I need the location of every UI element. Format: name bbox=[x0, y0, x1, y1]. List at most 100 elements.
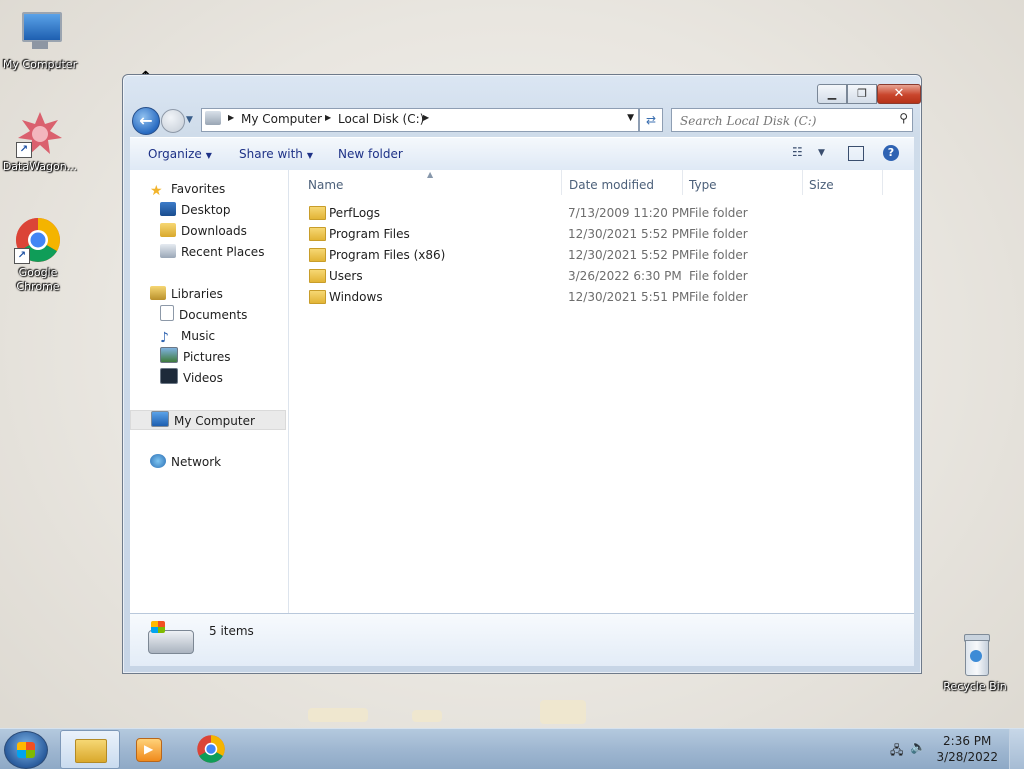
close-button[interactable]: ✕ bbox=[877, 84, 921, 104]
taskbar-chrome-button[interactable] bbox=[182, 730, 240, 767]
file-date: 7/13/2009 11:20 PM bbox=[568, 206, 690, 220]
nav-label: Downloads bbox=[181, 224, 247, 238]
shortcut-arrow-icon: ↗ bbox=[16, 142, 32, 158]
share-with-label: Share with bbox=[239, 147, 303, 161]
maximize-icon: ❐ bbox=[857, 87, 867, 100]
file-name: Program Files (x86) bbox=[329, 248, 446, 262]
file-name: Windows bbox=[329, 290, 383, 304]
nav-item-pictures[interactable]: Pictures bbox=[160, 347, 231, 367]
desktop-icon-google-chrome[interactable]: ↗ Google Chrome bbox=[0, 216, 76, 294]
recent-pages-dropdown[interactable]: ▼ bbox=[186, 115, 196, 125]
column-divider[interactable] bbox=[882, 170, 883, 195]
minimize-icon: ▁ bbox=[827, 87, 837, 100]
nav-item-documents[interactable]: Documents bbox=[160, 305, 247, 325]
desktop-icon-label: DataWagon... bbox=[2, 160, 78, 173]
search-box[interactable]: ⚲ bbox=[671, 108, 913, 132]
nav-label: Videos bbox=[183, 371, 223, 385]
explorer-folder-icon bbox=[75, 739, 107, 763]
nav-item-music[interactable]: ♪ Music bbox=[160, 326, 215, 346]
taskbar-explorer-button[interactable] bbox=[60, 730, 120, 769]
forward-button[interactable] bbox=[161, 109, 185, 133]
desktop-icon-my-computer[interactable]: My Computer bbox=[2, 8, 78, 72]
file-type: File folder bbox=[689, 206, 748, 220]
file-row-users[interactable]: Users 3/26/2022 6:30 PM File folder bbox=[301, 265, 901, 286]
sort-arrow-icon: ▲ bbox=[427, 170, 434, 179]
breadcrumb-my-computer[interactable]: My Computer bbox=[241, 112, 322, 126]
file-date: 12/30/2021 5:52 PM bbox=[568, 248, 690, 262]
nav-my-computer[interactable]: My Computer bbox=[130, 410, 286, 430]
search-input[interactable] bbox=[678, 111, 882, 131]
desktop-icon-recycle-bin[interactable]: Recycle Bin bbox=[937, 630, 1013, 694]
file-name: Program Files bbox=[329, 227, 410, 241]
change-view-icon[interactable]: ☷ bbox=[792, 145, 803, 159]
close-icon: ✕ bbox=[893, 86, 905, 101]
file-row-perflogs[interactable]: PerfLogs 7/13/2009 11:20 PM File folder bbox=[301, 202, 901, 223]
file-row-program-files[interactable]: Program Files 12/30/2021 5:52 PM File fo… bbox=[301, 223, 901, 244]
address-dropdown-icon[interactable]: ▼ bbox=[627, 113, 634, 123]
videos-icon bbox=[160, 368, 178, 384]
desktop-icon-label: Recycle Bin bbox=[943, 680, 1007, 693]
recycle-bin-icon bbox=[951, 630, 999, 678]
explorer-window[interactable]: ▁ ❐ ✕ ← ▼ ▶ My Computer ▶ Local Disk (C:… bbox=[122, 74, 922, 674]
share-with-button[interactable]: Share with ▼ bbox=[239, 147, 313, 161]
windows-logo-icon bbox=[17, 742, 35, 758]
nav-item-downloads[interactable]: Downloads bbox=[160, 221, 247, 241]
file-row-program-files-x86[interactable]: Program Files (x86) 12/30/2021 5:52 PM F… bbox=[301, 244, 901, 265]
folder-icon bbox=[309, 248, 326, 262]
network-status-icon[interactable]: 🖧 bbox=[890, 741, 903, 762]
column-header-date-modified[interactable]: Date modified bbox=[569, 178, 654, 192]
column-divider[interactable] bbox=[682, 170, 683, 195]
preview-pane-icon[interactable] bbox=[848, 146, 864, 161]
help-icon[interactable]: ? bbox=[883, 145, 899, 161]
column-header-type[interactable]: Type bbox=[689, 178, 717, 192]
taskbar-media-player-button[interactable]: ▶ bbox=[120, 730, 178, 767]
refresh-button[interactable]: ⇄ bbox=[639, 108, 663, 132]
clock-time: 2:36 PM bbox=[943, 734, 992, 748]
nav-network[interactable]: Network bbox=[150, 452, 221, 472]
file-row-windows[interactable]: Windows 12/30/2021 5:51 PM File folder bbox=[301, 286, 901, 307]
file-date: 12/30/2021 5:52 PM bbox=[568, 227, 690, 241]
column-header-name[interactable]: Name bbox=[308, 178, 343, 192]
back-button[interactable]: ← bbox=[132, 107, 160, 135]
address-bar[interactable]: ▶ My Computer ▶ Local Disk (C:) ▶ ▼ bbox=[201, 108, 639, 132]
column-divider[interactable] bbox=[561, 170, 562, 195]
nav-item-videos[interactable]: Videos bbox=[160, 368, 223, 388]
show-desktop-button[interactable] bbox=[1009, 729, 1024, 769]
folder-icon bbox=[309, 206, 326, 220]
nav-label: Favorites bbox=[171, 182, 226, 196]
maximize-button[interactable]: ❐ bbox=[847, 84, 877, 104]
column-divider[interactable] bbox=[802, 170, 803, 195]
clock[interactable]: 2:36 PM 3/28/2022 bbox=[936, 733, 998, 765]
organize-label: Organize bbox=[148, 147, 202, 161]
recent-places-icon bbox=[160, 244, 176, 258]
nav-item-recent-places[interactable]: Recent Places bbox=[160, 242, 264, 262]
file-type: File folder bbox=[689, 290, 748, 304]
new-folder-button[interactable]: New folder bbox=[338, 147, 403, 161]
folder-icon bbox=[309, 269, 326, 283]
breadcrumb-local-disk[interactable]: Local Disk (C:) bbox=[338, 112, 424, 126]
view-options-dropdown-icon[interactable]: ▼ bbox=[818, 148, 825, 158]
details-pane: 5 items bbox=[130, 613, 914, 666]
nav-libraries[interactable]: Libraries bbox=[150, 284, 223, 304]
local-disk-icon bbox=[148, 621, 194, 654]
content-area: ★ Favorites Desktop Downloads Recent Plac… bbox=[130, 170, 914, 613]
breadcrumb-separator-icon[interactable]: ▶ bbox=[423, 113, 429, 122]
nav-item-desktop[interactable]: Desktop bbox=[160, 200, 231, 220]
documents-icon bbox=[160, 305, 174, 321]
volume-icon[interactable]: 🔈 bbox=[910, 740, 926, 755]
nav-label: Documents bbox=[179, 308, 248, 322]
minimize-button[interactable]: ▁ bbox=[817, 84, 847, 104]
star-icon: ★ bbox=[150, 183, 163, 199]
organize-button[interactable]: Organize ▼ bbox=[148, 147, 212, 161]
column-header-size[interactable]: Size bbox=[809, 178, 834, 192]
downloads-folder-icon bbox=[160, 223, 176, 237]
search-icon[interactable]: ⚲ bbox=[899, 111, 908, 125]
breadcrumb-separator-icon[interactable]: ▶ bbox=[228, 113, 234, 122]
desktop-icon-datawagon[interactable]: ↗ DataWagon... bbox=[2, 110, 78, 174]
file-type: File folder bbox=[689, 248, 748, 262]
nav-favorites[interactable]: ★ Favorites bbox=[150, 179, 225, 199]
pictures-icon bbox=[160, 347, 178, 363]
breadcrumb-separator-icon[interactable]: ▶ bbox=[325, 113, 331, 122]
chrome-icon bbox=[197, 735, 225, 763]
start-button[interactable] bbox=[4, 731, 48, 769]
